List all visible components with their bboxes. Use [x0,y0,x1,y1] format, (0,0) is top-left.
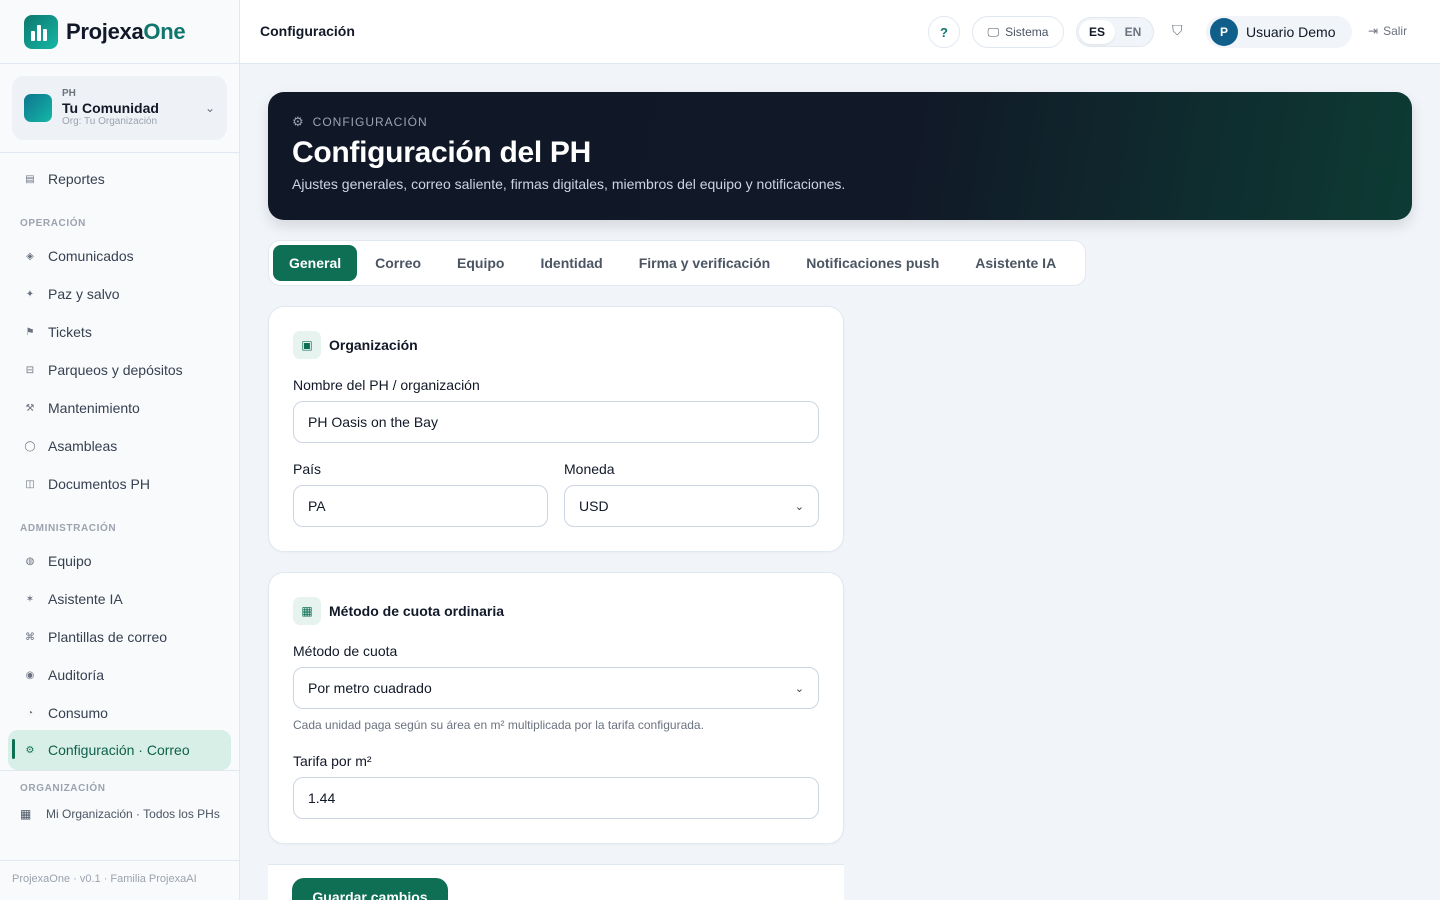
sidebar-divider [0,152,240,153]
circle-icon: ◯ [24,440,36,452]
tools-icon: ⚒ [25,402,35,414]
rate-label: Tarifa por m² [293,753,372,769]
org-link[interactable]: ▦ Mi Organización · Todos los PHs [20,806,220,822]
tab-equipo[interactable]: Equipo [439,245,522,281]
sidebar-item-asambleas[interactable]: ◯ Asambleas [8,427,231,465]
sidebar-item-mantenimiento[interactable]: ⚒ Mantenimiento [8,389,231,427]
section-label-operacion: OPERACIÓN [20,218,86,229]
calculator-icon: ▦ [293,597,321,625]
pie-icon: ◔ [26,707,34,719]
page-title: Configuración [260,23,355,39]
brand-logo-icon [24,14,58,49]
people-icon: ◍ [25,555,35,567]
currency-select[interactable]: USD ⌄ [564,485,819,527]
logout-button[interactable]: ⇥ Salir [1368,24,1407,38]
shield-icon[interactable]: ⛉ [1172,22,1183,39]
sidebar-item-asistente-ia[interactable]: ✶ Asistente IA [8,580,231,618]
hero-subtitle: Ajustes generales, correo saliente, firm… [292,176,846,192]
command-icon: ⌘ [25,631,35,643]
sidebar-item-equipo[interactable]: ◍ Equipo [8,542,231,580]
country-input[interactable]: PA [293,485,548,527]
box-icon: ⊟ [25,364,35,376]
sidebar-item-auditoria[interactable]: ◉ Auditoría [8,656,231,694]
fee-method-help: Cada unidad paga según su área en m² mul… [293,718,704,732]
section-label-administracion: ADMINISTRACIÓN [20,523,117,534]
logout-icon: ⇥ [1368,24,1379,38]
community-avatar [24,94,52,122]
tab-correo[interactable]: Correo [357,245,439,281]
topbar: Configuración ? 🖵 Sistema ES EN ⛉ P Usua… [240,0,1440,64]
sidebar-item-plantillas[interactable]: ⌘ Plantillas de correo [8,618,231,656]
org-name-label: Nombre del PH / organización [293,377,480,393]
brand-name: ProjexaOne [66,18,186,44]
hero-title: Configuración del PH [292,136,592,169]
user-name: Usuario Demo [1246,24,1336,40]
chevron-down-icon: ⌄ [204,101,215,115]
tab-general[interactable]: General [273,245,358,281]
fee-method-card: ▦ Método de cuota ordinaria Método de cu… [268,572,844,844]
version-note: ProjexaOne · v0.1 · Familia ProjexaAI [12,873,197,885]
organization-card: ▣ Organización Nombre del PH / organizac… [268,306,844,552]
sidebar: ProjexaOne PH Tu Comunidad Org: Tu Organ… [0,0,240,900]
fee-method-select[interactable]: Por metro cuadrado ⌄ [293,667,819,709]
sidebar-divider [0,770,240,771]
community-name: Tu Comunidad [62,99,159,116]
help-button[interactable]: ? [928,16,960,48]
gear-icon: ⚙ [25,744,35,756]
chevron-down-icon: ⌄ [794,682,804,695]
sidebar-item-consumo[interactable]: ◔ Consumo [8,694,231,732]
card-title: Organización [329,337,418,353]
save-bar: Guardar cambios [268,864,844,900]
community-tag: PH [62,87,76,99]
system-button[interactable]: 🖵 Sistema [972,16,1064,48]
community-switcher[interactable]: PH Tu Comunidad Org: Tu Organización ⌄ [12,76,227,140]
lang-en[interactable]: EN [1115,20,1151,44]
flag-icon: ⚑ [25,326,35,338]
community-org: Org: Tu Organización [62,116,158,128]
asterisk-icon: ✶ [25,593,35,605]
hero-eyebrow: ⚙ CONFIGURACIÓN [292,114,428,129]
sidebar-item-documentos[interactable]: ◫ Documentos PH [8,465,231,503]
sidebar-item-comunicados[interactable]: ◈ Comunicados [8,237,231,275]
section-label-organizacion: ORGANIZACIÓN [20,783,106,794]
chevron-down-icon: ⌄ [794,500,804,513]
building-icon: ▣ [293,331,321,359]
gear-icon: ⚙ [292,114,305,129]
avatar: P [1210,18,1238,46]
sidebar-item-reportes[interactable]: ▤ Reportes [8,160,231,198]
rate-input[interactable]: 1.44 [293,777,819,819]
diamond-icon: ◈ [26,250,34,262]
building-icon: ▦ [20,807,32,821]
grid-icon: ◫ [25,478,35,490]
country-label: País [293,461,322,477]
target-icon: ◉ [25,669,35,681]
sparkle-icon: ✦ [25,288,35,300]
hero-banner: ⚙ CONFIGURACIÓN Configuración del PH Aju… [268,92,1412,220]
sidebar-item-tickets[interactable]: ⚑ Tickets [8,313,231,351]
bars-icon: ▤ [25,173,35,185]
card-title: Método de cuota ordinaria [329,603,505,619]
language-toggle: ES EN [1076,17,1154,47]
user-menu[interactable]: P Usuario Demo [1206,16,1352,48]
tab-firma[interactable]: Firma y verificación [621,245,789,281]
monitor-icon: 🖵 [987,24,1000,39]
brand-logo[interactable]: ProjexaOne [0,0,239,64]
tab-notificaciones[interactable]: Notificaciones push [788,245,957,281]
sidebar-item-configuracion[interactable]: ⚙ Configuración · Correo [8,730,231,770]
save-button[interactable]: Guardar cambios [292,878,448,900]
sidebar-item-parqueos[interactable]: ⊟ Parqueos y depósitos [8,351,231,389]
settings-tabs: General Correo Equipo Identidad Firma y … [268,240,1086,286]
tab-identidad[interactable]: Identidad [522,245,620,281]
org-name-input[interactable]: PH Oasis on the Bay [293,401,819,443]
currency-label: Moneda [564,461,615,477]
fee-method-label: Método de cuota [293,643,398,659]
sidebar-divider [0,860,240,861]
tab-asistente-ia[interactable]: Asistente IA [957,245,1074,281]
lang-es[interactable]: ES [1079,20,1115,44]
sidebar-item-paz-y-salvo[interactable]: ✦ Paz y salvo [8,275,231,313]
